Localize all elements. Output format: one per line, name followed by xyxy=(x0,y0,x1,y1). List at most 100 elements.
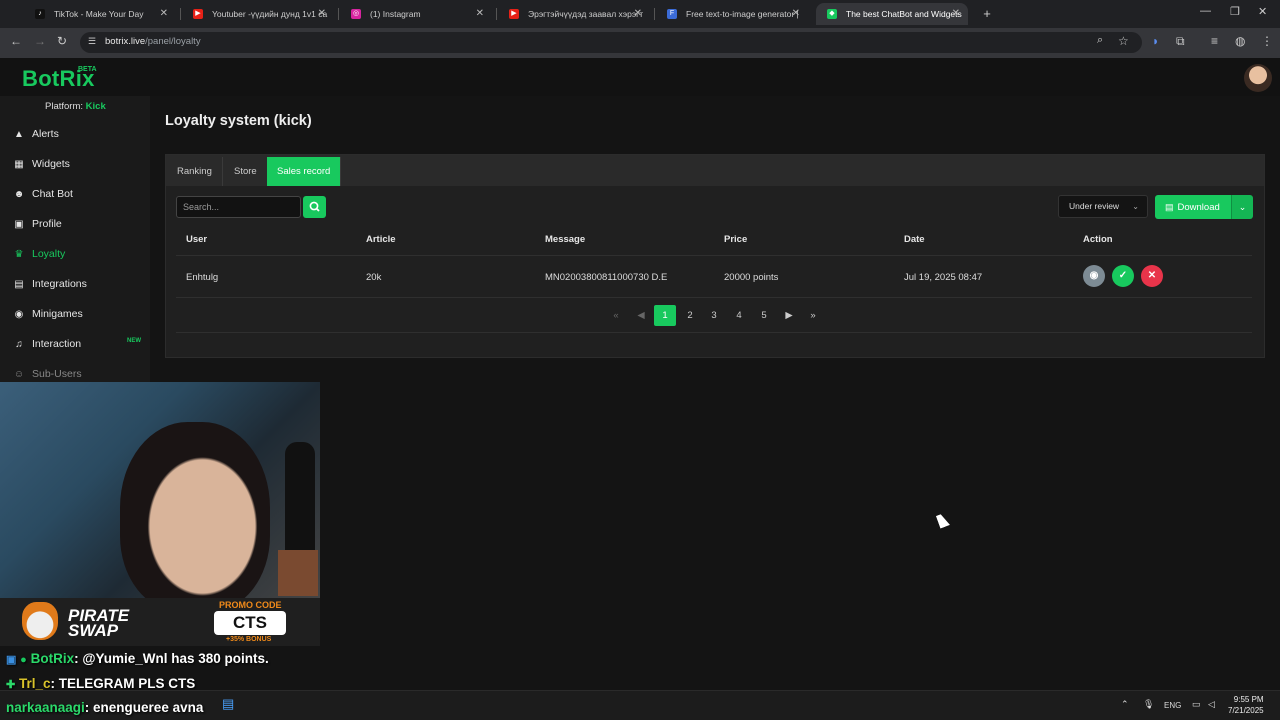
promo-bonus: +35% BONUS xyxy=(226,636,272,643)
chevron-up-icon[interactable]: ⌃ xyxy=(1121,699,1129,710)
close-icon[interactable]: ✕ xyxy=(792,3,800,25)
download-options-button[interactable]: ⌄ xyxy=(1231,195,1253,219)
tab-ranking[interactable]: Ranking xyxy=(167,157,223,186)
status-filter-value: Under review xyxy=(1069,201,1120,211)
puzzle-icon[interactable]: ⧉ xyxy=(1176,34,1185,49)
mouse-cursor xyxy=(936,512,950,529)
page-button-4[interactable]: 4 xyxy=(728,305,750,326)
tab-store[interactable]: Store xyxy=(224,157,268,186)
sidebar-item-widgets[interactable]: ▦ Widgets xyxy=(12,153,147,175)
sidebar-item-alerts[interactable]: ▲ Alerts xyxy=(12,123,147,145)
new-badge: NEW xyxy=(127,338,141,344)
sidebar-item-profile[interactable]: ▣ Profile xyxy=(12,213,147,235)
close-icon[interactable]: ✕ xyxy=(476,3,484,25)
page-title: Loyalty system (kick) xyxy=(165,113,312,129)
page-button-1[interactable]: 1 xyxy=(654,305,676,326)
browser-tab-botrix[interactable]: ◆ The best ChatBot and Widgets ✕ xyxy=(816,3,968,25)
last-page-button[interactable]: » xyxy=(802,305,824,326)
sidebar-item-label: Profile xyxy=(32,218,62,230)
tab-search-icon[interactable]: ≡ xyxy=(1211,34,1218,48)
reject-button[interactable]: ✕ xyxy=(1141,265,1163,287)
cell-message: MN02003800811000730 D.E xyxy=(545,272,668,283)
sidebar-item-interaction[interactable]: ♫ Interaction NEW xyxy=(12,333,147,355)
site-info-icon[interactable]: ☰ xyxy=(88,36,96,47)
column-header-price[interactable]: Price xyxy=(724,234,747,245)
network-icon[interactable]: ▭ xyxy=(1192,699,1201,710)
divider xyxy=(176,255,1252,256)
search-input[interactable] xyxy=(176,196,301,218)
page-button-3[interactable]: 3 xyxy=(703,305,725,326)
back-icon[interactable]: ← xyxy=(10,34,22,48)
extension-icon[interactable]: ◗ xyxy=(1152,34,1159,48)
page-button-5[interactable]: 5 xyxy=(753,305,775,326)
promo-code: CTS xyxy=(214,611,286,635)
browser-tab-youtube-1[interactable]: ▶ Youtuber -үүдийн дунд 1v1 ca ✕ xyxy=(182,3,334,25)
sidebar-item-chat-bot[interactable]: ☻ Chat Bot xyxy=(12,183,147,205)
close-icon[interactable]: ✕ xyxy=(160,3,168,25)
reload-icon[interactable]: ↻ xyxy=(57,34,67,48)
tab-sales-record[interactable]: Sales record xyxy=(267,157,342,186)
new-tab-button[interactable]: + xyxy=(976,3,998,25)
chat-message: narkaanaagi: enenguerее avna xyxy=(6,700,203,715)
clock-time: 9:55 PM xyxy=(1233,695,1264,704)
browser-tab-instagram[interactable]: ◎ (1) Instagram ✕ xyxy=(340,3,492,25)
column-header-date[interactable]: Date xyxy=(904,234,925,245)
tab-title: (1) Instagram xyxy=(370,9,421,19)
search-button[interactable] xyxy=(303,196,326,218)
cell-article: 20k xyxy=(366,272,382,283)
integrations-icon: ▤ xyxy=(14,279,24,290)
chevron-down-icon: ⌄ xyxy=(1238,202,1247,212)
trophy-icon: ♛ xyxy=(14,249,24,260)
restore-icon[interactable]: ❐ xyxy=(1230,5,1240,18)
webcam-overlay xyxy=(0,382,320,598)
browser-tab-image-generator[interactable]: F Free text-to-image generator | ✕ xyxy=(656,3,808,25)
menu-icon[interactable]: ⋮ xyxy=(1261,34,1273,48)
minimize-icon[interactable]: — xyxy=(1200,5,1211,17)
gamepad-icon: ◉ xyxy=(14,309,24,320)
browser-tab-tiktok[interactable]: ♪ TikTok - Make Your Day ✕ xyxy=(24,3,176,25)
approve-button[interactable]: ✓ xyxy=(1112,265,1134,287)
forward-icon[interactable]: → xyxy=(34,34,46,48)
close-icon[interactable]: ✕ xyxy=(318,3,326,25)
column-header-user[interactable]: User xyxy=(186,234,207,245)
youtube-icon: ▶ xyxy=(193,9,203,19)
volume-icon[interactable]: ◁ xyxy=(1208,699,1215,710)
sidebar-item-loyalty[interactable]: ♛ Loyalty xyxy=(12,243,147,265)
omnibox[interactable] xyxy=(80,32,1142,53)
bookmark-star-icon[interactable]: ☆ xyxy=(1118,34,1129,48)
double-chevron-left-icon: « xyxy=(613,310,619,321)
user-avatar[interactable] xyxy=(1244,64,1272,92)
sidebar-item-label: Integrations xyxy=(32,278,87,290)
streamer-face xyxy=(120,422,270,598)
column-header-message[interactable]: Message xyxy=(545,234,585,245)
view-button[interactable]: ◉ xyxy=(1083,265,1105,287)
first-page-button[interactable]: « xyxy=(605,305,627,326)
notepad-icon[interactable]: ▤ xyxy=(222,696,234,712)
eye-icon: ◉ xyxy=(1089,270,1099,281)
window-close-icon[interactable]: ✕ xyxy=(1258,5,1267,18)
tab-title: Free text-to-image generator | xyxy=(686,9,799,19)
page-button-2[interactable]: 2 xyxy=(679,305,701,326)
status-filter-select[interactable]: Under review ⌄ xyxy=(1058,195,1148,218)
browser-tab-youtube-2[interactable]: ▶ Эрэгтэйчүүдэд заавал хэрэгт ✕ xyxy=(498,3,650,25)
language-indicator[interactable]: ENG xyxy=(1164,701,1181,710)
plus-icon: + xyxy=(983,6,991,21)
close-icon[interactable]: ✕ xyxy=(634,3,642,25)
sidebar-item-integrations[interactable]: ▤ Integrations xyxy=(12,273,147,295)
pirate-mascot-icon xyxy=(22,602,58,640)
browser-tab-strip: ♪ TikTok - Make Your Day ✕ ▶ Youtuber -ү… xyxy=(0,0,1280,28)
zoom-icon[interactable]: ⌕ xyxy=(1097,34,1103,47)
microphone-icon[interactable]: 🎙 xyxy=(1143,699,1154,710)
download-button[interactable]: ▤ Download xyxy=(1155,195,1231,219)
prev-page-button[interactable]: ◀ xyxy=(630,305,652,326)
system-clock[interactable]: 9:55 PM 7/21/2025 xyxy=(1228,694,1264,716)
emote-thumbnail xyxy=(278,550,318,596)
close-icon[interactable]: ✕ xyxy=(952,3,960,25)
chat-text: : enenguerее avna xyxy=(84,700,204,715)
next-page-button[interactable]: ▶ xyxy=(778,305,800,326)
url-text[interactable]: botrix.live/panel/loyalty xyxy=(105,36,201,47)
profile-icon[interactable]: ◍ xyxy=(1235,34,1245,48)
sidebar-item-minigames[interactable]: ◉ Minigames xyxy=(12,303,147,325)
column-header-article[interactable]: Article xyxy=(366,234,396,245)
chat-text: : @Yumie_Wnl has 380 points. xyxy=(74,651,269,666)
